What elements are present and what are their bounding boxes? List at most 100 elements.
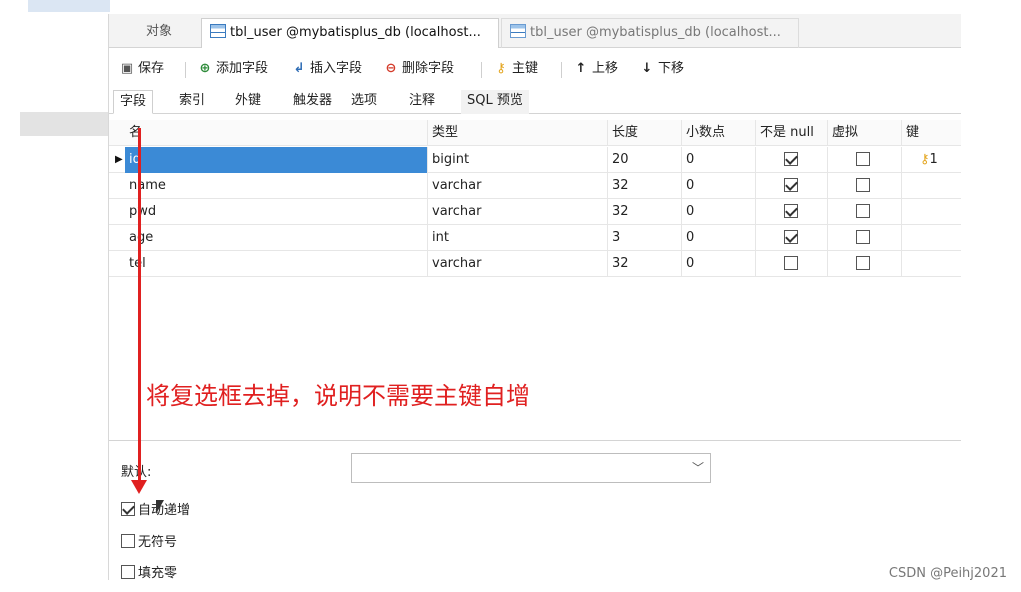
delete-field-icon: ⊖ xyxy=(385,61,397,76)
table-row[interactable]: age int 3 0 xyxy=(109,225,961,251)
move-up-button[interactable]: ↑ 上移 xyxy=(573,58,618,80)
key-cell[interactable] xyxy=(901,199,961,225)
virtual-checkbox[interactable] xyxy=(856,255,870,270)
tab-objects[interactable]: 对象 xyxy=(117,18,201,48)
field-length-cell[interactable]: 20 xyxy=(607,147,681,173)
field-name-cell[interactable]: pwd xyxy=(125,199,427,225)
watermark: CSDN @Peihj2021 xyxy=(888,566,1007,581)
save-button[interactable]: ▣ 保存 xyxy=(119,58,164,80)
field-name-cell[interactable]: age xyxy=(125,225,427,251)
field-length-cell[interactable]: 32 xyxy=(607,199,681,225)
not-null-cell xyxy=(755,173,827,199)
field-type-cell[interactable]: varchar xyxy=(427,199,607,225)
tab-table-design[interactable]: tbl_user @mybatisplus_db (localhost... xyxy=(201,18,499,48)
field-length-cell[interactable]: 3 xyxy=(607,225,681,251)
field-properties-panel: 默认: ﹀ 自动递增 无符号 填充零 xyxy=(109,440,961,581)
delete-field-label: 删除字段 xyxy=(402,61,455,76)
table-row[interactable]: tel varchar 32 0 xyxy=(109,251,961,277)
not-null-checkbox[interactable] xyxy=(784,203,798,218)
key-cell[interactable]: ⚷1 xyxy=(901,147,961,173)
field-decimals-cell[interactable]: 0 xyxy=(681,147,755,173)
zerofill-option[interactable]: 填充零 xyxy=(121,562,177,581)
virtual-checkbox[interactable] xyxy=(856,203,870,218)
field-name-cell[interactable]: tel xyxy=(125,251,427,277)
field-name-cell[interactable]: name xyxy=(125,173,427,199)
toolbar-divider xyxy=(185,62,186,78)
not-null-checkbox[interactable] xyxy=(784,177,798,192)
insert-field-button[interactable]: ↲ 插入字段 xyxy=(291,58,362,80)
unsigned-label: 无符号 xyxy=(138,535,178,550)
field-decimals-cell[interactable]: 0 xyxy=(681,173,755,199)
table-row[interactable]: ▶ id bigint 20 0 ⚷1 xyxy=(109,147,961,173)
move-down-button[interactable]: ↓ 下移 xyxy=(639,58,684,80)
tab-table-design-label: tbl_user @mybatisplus_db (localhost... xyxy=(230,25,481,40)
key-icon: ⚷ xyxy=(496,61,506,76)
not-null-cell xyxy=(755,251,827,277)
field-decimals-cell[interactable]: 0 xyxy=(681,225,755,251)
primary-key-button[interactable]: ⚷ 主键 xyxy=(493,58,538,80)
table-row[interactable]: pwd varchar 32 0 xyxy=(109,199,961,225)
tab-fields[interactable]: 字段 xyxy=(113,90,154,114)
insert-field-icon: ↲ xyxy=(293,61,305,76)
field-type-cell[interactable]: int xyxy=(427,225,607,251)
table-grid-icon xyxy=(510,24,526,38)
tab-foreign-keys[interactable]: 外键 xyxy=(229,90,267,114)
col-header-decimals[interactable]: 小数点 xyxy=(681,120,755,146)
col-header-type[interactable]: 类型 xyxy=(427,120,607,146)
tab-sql-preview[interactable]: SQL 预览 xyxy=(461,90,529,114)
col-header-virtual[interactable]: 虚拟 xyxy=(827,120,901,146)
tab-options[interactable]: 选项 xyxy=(345,90,383,114)
save-icon: ▣ xyxy=(120,61,134,76)
field-name-cell[interactable]: id xyxy=(125,147,427,173)
col-header-not-null[interactable]: 不是 null xyxy=(755,120,827,146)
not-null-cell xyxy=(755,199,827,225)
field-type-cell[interactable]: varchar xyxy=(427,251,607,277)
virtual-checkbox[interactable] xyxy=(856,151,870,166)
field-decimals-cell[interactable]: 0 xyxy=(681,199,755,225)
field-type-cell[interactable]: bigint xyxy=(427,147,607,173)
add-field-button[interactable]: ⊕ 添加字段 xyxy=(197,58,268,80)
left-panel-selected-item[interactable] xyxy=(20,112,108,136)
insert-field-label: 插入字段 xyxy=(310,61,363,76)
col-header-name[interactable]: 名 xyxy=(125,120,427,146)
zerofill-checkbox[interactable] xyxy=(121,564,135,579)
mouse-cursor-icon xyxy=(156,500,164,514)
field-decimals-cell[interactable]: 0 xyxy=(681,251,755,277)
tab-table-data-label: tbl_user @mybatisplus_db (localhost... xyxy=(530,25,781,40)
not-null-checkbox[interactable] xyxy=(784,255,798,270)
unsigned-checkbox[interactable] xyxy=(121,533,135,548)
virtual-checkbox[interactable] xyxy=(856,177,870,192)
not-null-cell xyxy=(755,225,827,251)
arrow-down-icon: ↓ xyxy=(641,61,653,76)
tab-comments[interactable]: 注释 xyxy=(403,90,441,114)
auto-increment-checkbox[interactable] xyxy=(121,501,135,516)
toolbar-divider xyxy=(561,62,562,78)
grid-header-row: 名 类型 长度 小数点 不是 null 虚拟 键 xyxy=(109,120,961,146)
tab-triggers[interactable]: 触发器 xyxy=(287,90,338,114)
table-row[interactable]: name varchar 32 0 xyxy=(109,173,961,199)
move-down-label: 下移 xyxy=(658,61,685,76)
col-header-length[interactable]: 长度 xyxy=(607,120,681,146)
tab-table-data[interactable]: tbl_user @mybatisplus_db (localhost... xyxy=(501,18,799,48)
not-null-checkbox[interactable] xyxy=(784,229,798,244)
table-design-icon xyxy=(210,24,226,38)
unsigned-option[interactable]: 无符号 xyxy=(121,531,177,550)
delete-field-button[interactable]: ⊖ 删除字段 xyxy=(383,58,454,80)
field-type-cell[interactable]: varchar xyxy=(427,173,607,199)
virtual-cell xyxy=(827,251,901,277)
annotation-text: 将复选框去掉，说明不需要主键自增 xyxy=(146,382,530,410)
field-length-cell[interactable]: 32 xyxy=(607,173,681,199)
field-length-cell[interactable]: 32 xyxy=(607,251,681,277)
tab-indexes[interactable]: 索引 xyxy=(173,90,211,114)
key-cell[interactable] xyxy=(901,225,961,251)
not-null-checkbox[interactable] xyxy=(784,151,798,166)
key-cell[interactable] xyxy=(901,173,961,199)
save-label: 保存 xyxy=(138,61,165,76)
virtual-checkbox[interactable] xyxy=(856,229,870,244)
zerofill-label: 填充零 xyxy=(138,566,178,581)
key-cell[interactable] xyxy=(901,251,961,277)
col-header-key[interactable]: 键 xyxy=(901,120,961,146)
arrow-up-icon: ↑ xyxy=(575,61,587,76)
default-value-select[interactable]: ﹀ xyxy=(351,453,711,483)
chevron-down-icon: ﹀ xyxy=(691,461,704,475)
